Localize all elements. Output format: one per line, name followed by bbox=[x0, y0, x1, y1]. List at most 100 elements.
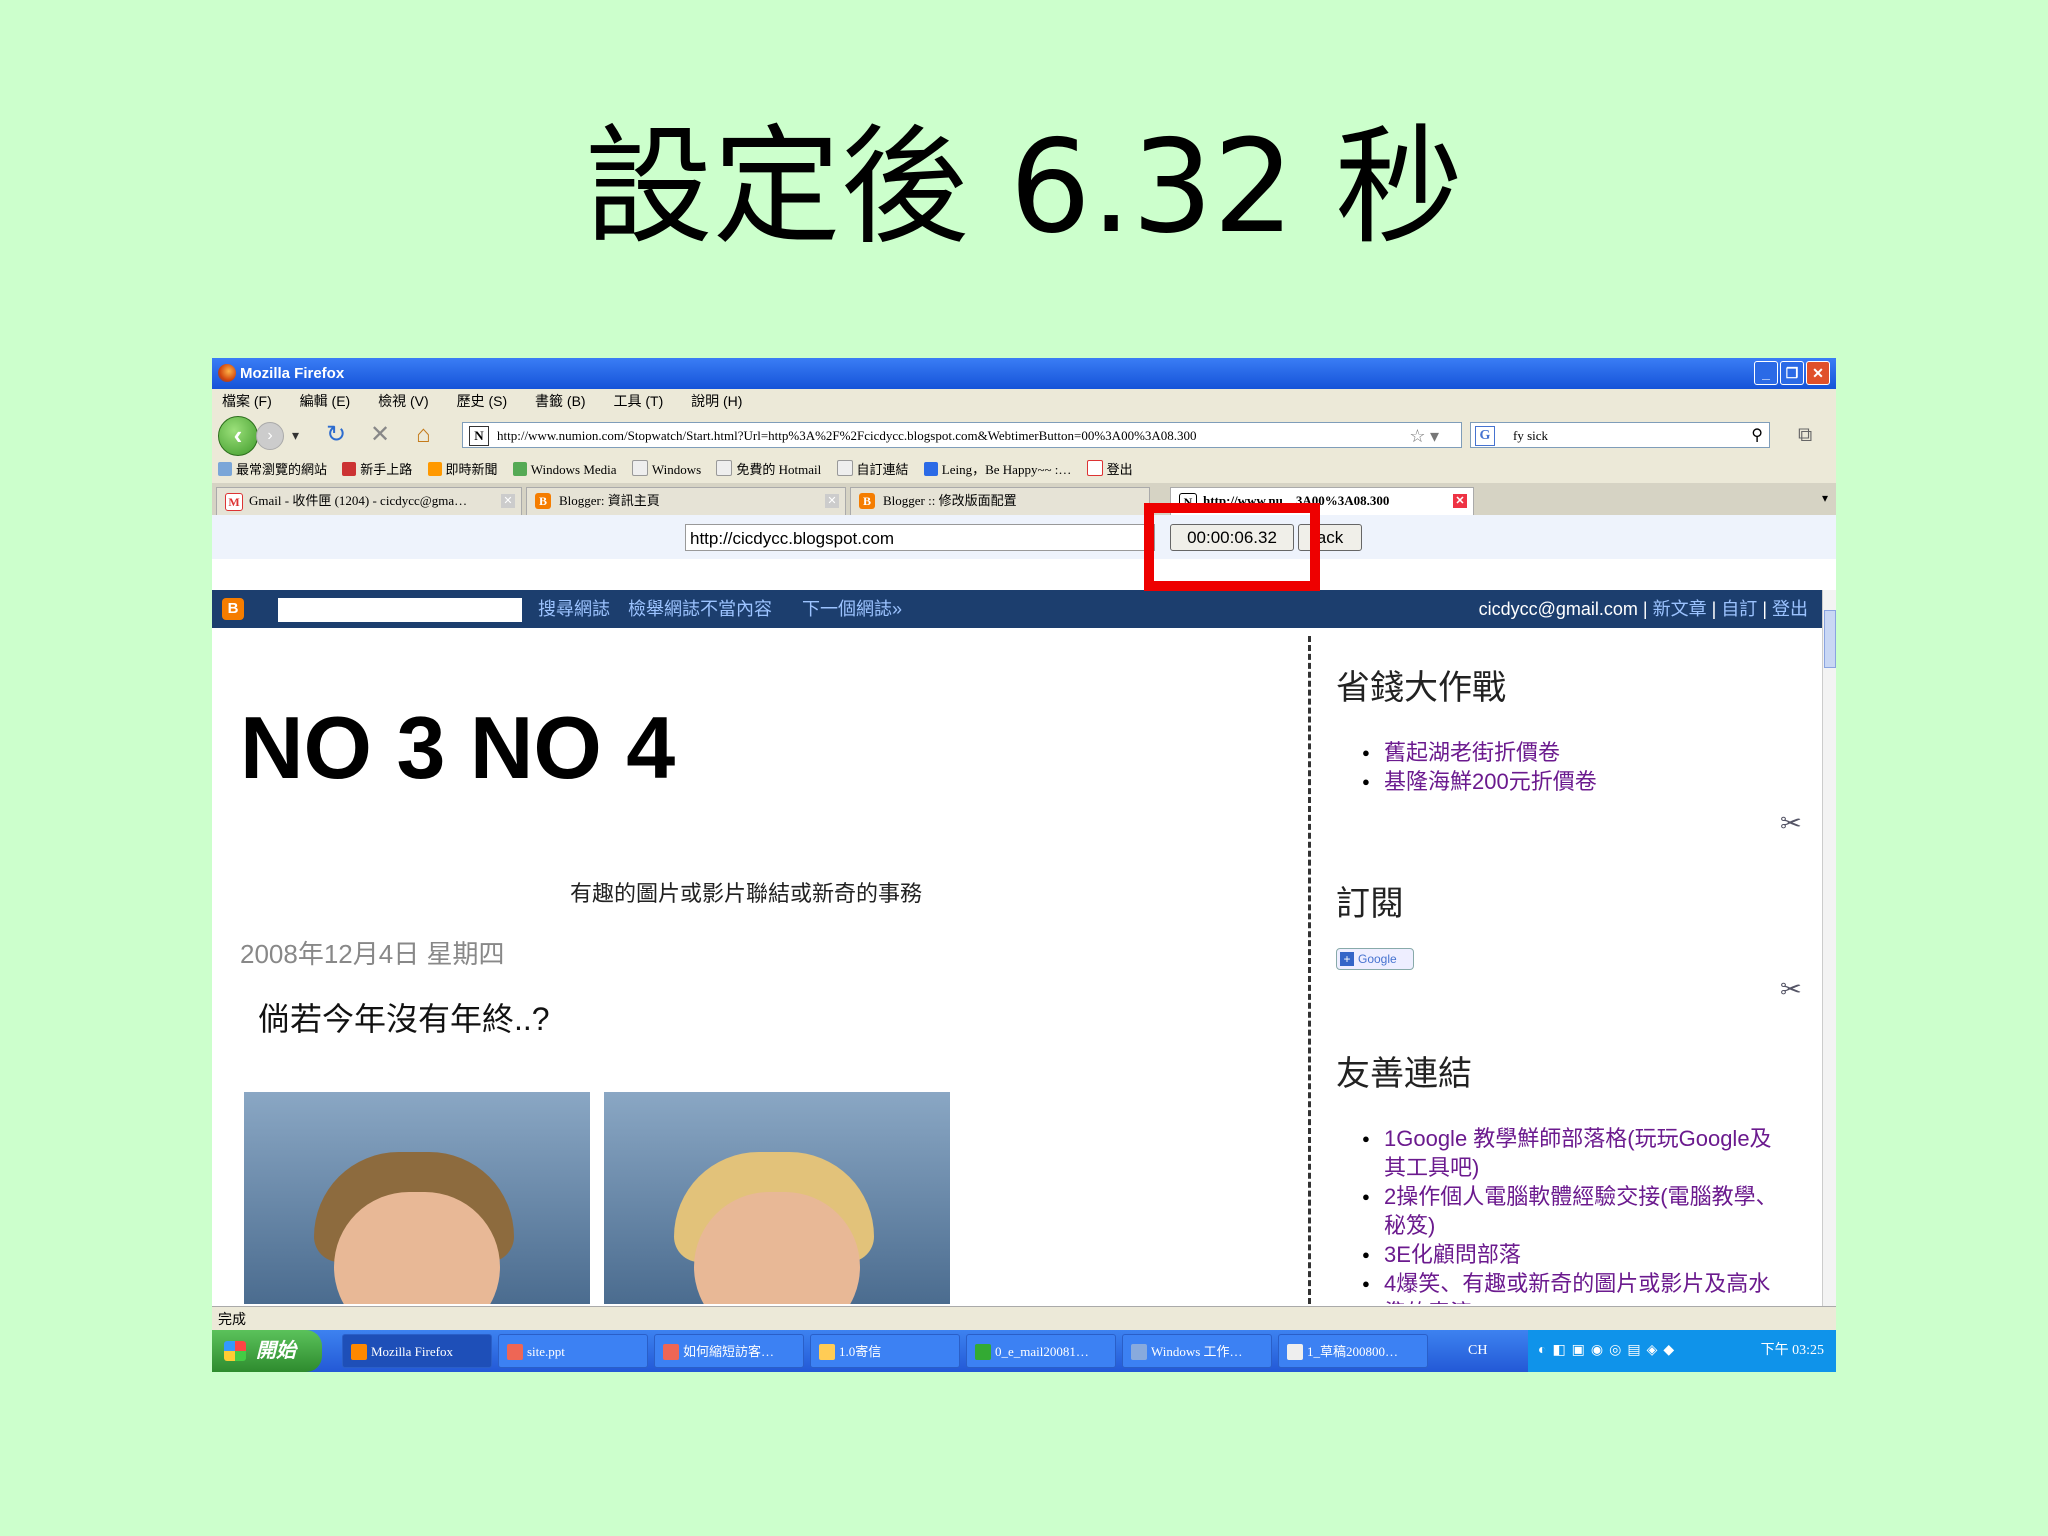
task-windows-manager[interactable]: Windows 工作… bbox=[1122, 1334, 1272, 1368]
tab-blogger-dashboard[interactable]: B Blogger: 資訊主頁 ✕ bbox=[526, 487, 846, 515]
column-divider bbox=[1308, 636, 1311, 1304]
new-post-link[interactable]: 新文章 bbox=[1653, 599, 1707, 619]
bookmark-most-visited[interactable]: 最常瀏覽的網站 bbox=[218, 457, 327, 483]
plus-icon: + bbox=[1340, 952, 1354, 966]
scrollbar-thumb[interactable] bbox=[1824, 610, 1836, 668]
blog-search-input[interactable] bbox=[278, 598, 522, 622]
google-subscribe-button[interactable]: + Google bbox=[1336, 948, 1414, 970]
page-icon bbox=[836, 460, 853, 476]
next-blog-link[interactable]: 下一個網誌» bbox=[802, 590, 902, 628]
maximize-button[interactable]: ❐ bbox=[1780, 361, 1804, 385]
folder-icon bbox=[819, 1344, 835, 1360]
bookmark-leing[interactable]: Leing，Be Happy~~ :… bbox=[923, 457, 1071, 483]
bookmark-windows[interactable]: Windows bbox=[631, 457, 701, 483]
tab-list-dropdown-icon[interactable]: ▾ bbox=[1822, 491, 1828, 505]
page-scrollbar[interactable] bbox=[1822, 590, 1836, 1306]
menu-bar: 檔案 (F) 編輯 (E) 檢視 (V) 歷史 (S) 書籤 (B) 工具 (T… bbox=[212, 389, 1836, 413]
search-box[interactable]: G fy sick ⚲ bbox=[1470, 422, 1770, 448]
sidebar-link[interactable]: 基隆海鮮200元折價卷 bbox=[1362, 767, 1597, 796]
bookmark-windows-media[interactable]: Windows Media bbox=[512, 457, 617, 483]
sidebar-link[interactable]: 1Google 教學鮮師部落格(玩玩Google及其工具吧) bbox=[1362, 1124, 1782, 1182]
customize-link[interactable]: 自訂 bbox=[1721, 599, 1757, 619]
search-blog-button[interactable]: 搜尋網誌 bbox=[538, 590, 610, 628]
search-magnifier-icon[interactable]: ⚲ bbox=[1751, 423, 1763, 449]
task-shorten-visitor[interactable]: 如何縮短訪客… bbox=[654, 1334, 804, 1368]
edit-gadget-wrench-icon[interactable]: ✂ bbox=[1780, 808, 1802, 839]
menu-file[interactable]: 檔案 (F) bbox=[222, 393, 272, 409]
menu-history[interactable]: 歷史 (S) bbox=[457, 393, 508, 409]
post-title[interactable]: 倘若今年沒有年終..? bbox=[258, 994, 550, 1040]
site-favicon: N bbox=[469, 426, 489, 446]
tab-strip: M Gmail - 收件匣 (1204) - cicdycc@gma… ✕ B … bbox=[212, 483, 1836, 515]
start-button[interactable]: 開始 bbox=[212, 1330, 322, 1372]
stop-icon[interactable]: ✕ bbox=[370, 421, 390, 449]
bookmark-logout[interactable]: 登出 bbox=[1086, 457, 1133, 483]
google-search-engine-icon[interactable]: G bbox=[1475, 426, 1495, 446]
logout-link[interactable]: 登出 bbox=[1772, 599, 1808, 619]
gmail-icon: M bbox=[225, 493, 243, 511]
tab-label: Blogger :: 修改版面配置 bbox=[883, 493, 1017, 508]
tab-close-icon[interactable]: ✕ bbox=[1453, 494, 1467, 508]
bookmark-folder-icon bbox=[218, 462, 232, 476]
task-site-ppt[interactable]: site.ppt bbox=[498, 1334, 648, 1368]
language-indicator[interactable]: CH bbox=[1468, 1330, 1487, 1372]
sidebar-heading-subscribe: 訂閱 bbox=[1336, 885, 1404, 923]
bookmark-custom-links[interactable]: 自訂連結 bbox=[836, 457, 909, 483]
search-input-value: fy sick bbox=[1513, 428, 1549, 443]
flag-blog-button[interactable]: 檢舉網誌不當內容 bbox=[628, 590, 772, 628]
blogger-logo-icon[interactable]: B bbox=[222, 598, 244, 620]
sidebar-heading-links: 友善連結 bbox=[1336, 1055, 1472, 1093]
minimize-button[interactable]: _ bbox=[1754, 361, 1778, 385]
stopwatch-url-field[interactable]: http://cicdycc.blogspot.com bbox=[685, 524, 1155, 551]
url-bar[interactable]: N http://www.numion.com/Stopwatch/Start.… bbox=[462, 422, 1462, 448]
tab-close-icon[interactable]: ✕ bbox=[501, 494, 515, 508]
task-draft[interactable]: 1_草稿200800… bbox=[1278, 1334, 1428, 1368]
tab-close-icon[interactable]: ✕ bbox=[825, 494, 839, 508]
computer-icon bbox=[1131, 1344, 1147, 1360]
reload-icon[interactable]: ↻ bbox=[326, 421, 346, 449]
blogger-user-links: cicdycc@gmail.com | 新文章 | 自訂 | 登出 bbox=[1478, 599, 1808, 619]
task-send-mail[interactable]: 1.0寄信 bbox=[810, 1334, 960, 1368]
tab-gmail[interactable]: M Gmail - 收件匣 (1204) - cicdycc@gma… ✕ bbox=[216, 487, 522, 515]
tray-clock: 下午 03:25 bbox=[1760, 1343, 1824, 1358]
history-dropdown-icon[interactable]: ▾ bbox=[292, 421, 299, 449]
firefox-bookmark-icon bbox=[342, 462, 357, 476]
home-icon[interactable]: ⌂ bbox=[416, 421, 431, 449]
blog-title[interactable]: NO 3 NO 4 bbox=[240, 698, 675, 798]
blog-description: 有趣的圖片或影片聯結或新奇的事務 bbox=[570, 881, 923, 906]
tab-blogger-layout[interactable]: B Blogger :: 修改版面配置 bbox=[850, 487, 1150, 515]
page-icon bbox=[716, 460, 733, 476]
bookmark-star-icon[interactable]: ☆ ▾ bbox=[1409, 423, 1439, 447]
menu-view[interactable]: 檢視 (V) bbox=[378, 393, 429, 409]
bookmark-getting-started[interactable]: 新手上路 bbox=[342, 457, 412, 483]
menu-edit[interactable]: 編輯 (E) bbox=[300, 393, 351, 409]
window-title: Mozilla Firefox bbox=[240, 365, 345, 382]
sidebar-link[interactable]: 3E化顧問部落 bbox=[1362, 1240, 1782, 1269]
sidebar-list-links: 1Google 教學鮮師部落格(玩玩Google及其工具吧) 2操作個人電腦軟體… bbox=[1362, 1124, 1782, 1304]
forward-button[interactable]: › bbox=[256, 422, 284, 450]
sidebar-link[interactable]: 舊起湖老街折價卷 bbox=[1362, 738, 1597, 767]
back-button[interactable]: ‹ bbox=[218, 416, 258, 456]
sidebar-link[interactable]: 2操作個人電腦軟體經驗交接(電腦教學、秘笈) bbox=[1362, 1182, 1782, 1240]
menu-help[interactable]: 說明 (H) bbox=[691, 393, 742, 409]
window-cascade-icon[interactable]: ⧉ bbox=[1798, 421, 1812, 449]
firefox-icon bbox=[218, 364, 236, 382]
slide-title: 設定後 6.32 秒 bbox=[584, 113, 1464, 262]
bookmark-hotmail[interactable]: 免費的 Hotmail bbox=[716, 457, 821, 483]
navigation-toolbar: ‹ › ▾ ↻ ✕ ⌂ N http://www.numion.com/Stop… bbox=[212, 413, 1836, 457]
sidebar-link[interactable]: 4爆笑、有趣或新奇的圖片或影片及高水準的表演 bbox=[1362, 1269, 1782, 1304]
rss-icon bbox=[427, 462, 442, 476]
task-firefox[interactable]: Mozilla Firefox bbox=[342, 1334, 492, 1368]
edit-gadget-wrench-icon[interactable]: ✂ bbox=[1780, 974, 1802, 1005]
task-email-file[interactable]: 0_e_mail20081… bbox=[966, 1334, 1116, 1368]
menu-bookmarks[interactable]: 書籤 (B) bbox=[535, 393, 586, 409]
tray-icons[interactable]: ◐◧▣◉◎▤◈◆ bbox=[1538, 1330, 1680, 1372]
highlight-box bbox=[1144, 503, 1320, 591]
close-button[interactable]: ✕ bbox=[1806, 361, 1830, 385]
bookmark-latest-news[interactable]: 即時新聞 bbox=[427, 457, 498, 483]
post-photo-boy-2 bbox=[604, 1092, 950, 1304]
sidebar-heading-savings: 省錢大作戰 bbox=[1336, 669, 1506, 707]
status-bar: 完成 bbox=[212, 1306, 1836, 1330]
menu-tools[interactable]: 工具 (T) bbox=[613, 393, 663, 409]
firefox-icon bbox=[351, 1344, 367, 1360]
